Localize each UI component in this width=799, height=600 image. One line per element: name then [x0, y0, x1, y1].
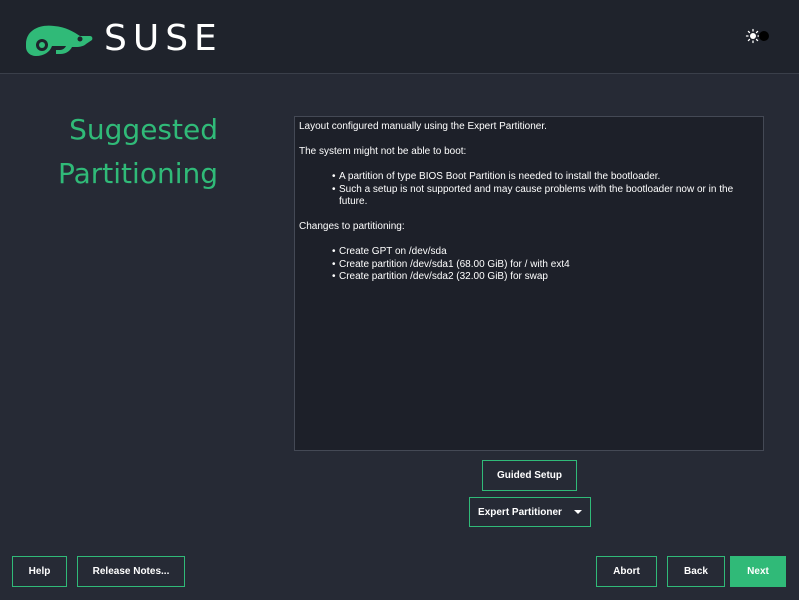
brand-name: SUSE [104, 18, 223, 59]
chameleon-icon [26, 25, 93, 56]
expert-partitioner-label: Expert Partitioner [478, 506, 562, 518]
dropdown-arrow-icon [573, 510, 582, 514]
help-button[interactable]: Help [12, 556, 67, 587]
change-item: Create partition /dev/sda1 (68.00 GiB) f… [332, 259, 759, 272]
back-button[interactable]: Back [667, 556, 725, 587]
page-title: Suggested Partitioning [58, 108, 218, 196]
abort-label: Abort [613, 566, 640, 577]
theme-toggle-button[interactable] [744, 28, 772, 44]
warning-item: Such a setup is not supported and may ca… [332, 184, 759, 209]
change-item: Create partition /dev/sda2 (32.00 GiB) f… [332, 271, 759, 284]
release-notes-button[interactable]: Release Notes... [77, 556, 185, 587]
header-bar: SUSE [0, 0, 799, 74]
expert-partitioner-menu-button[interactable]: Expert Partitioner [469, 497, 591, 527]
changes-list: Create GPT on /dev/sda Create partition … [299, 246, 759, 284]
warning-list: A partition of type BIOS Boot Partition … [299, 171, 759, 209]
partitioning-summary: Layout configured manually using the Exp… [294, 116, 764, 451]
theme-toggle-icon [745, 28, 769, 44]
page-title-line2: Partitioning [58, 157, 218, 190]
suse-logo: SUSE [22, 20, 223, 58]
guided-setup-label: Guided Setup [497, 470, 562, 481]
next-button[interactable]: Next [730, 556, 786, 587]
warning-heading: The system might not be able to boot: [299, 146, 467, 157]
changes-heading: Changes to partitioning: [299, 221, 405, 232]
next-label: Next [747, 566, 769, 577]
release-notes-label: Release Notes... [92, 566, 170, 577]
back-label: Back [684, 566, 708, 577]
help-label: Help [28, 566, 51, 577]
page-title-line1: Suggested [69, 113, 218, 146]
change-item: Create GPT on /dev/sda [332, 246, 759, 259]
warning-item: A partition of type BIOS Boot Partition … [332, 171, 759, 184]
guided-setup-button[interactable]: Guided Setup [482, 460, 577, 491]
summary-intro: Layout configured manually using the Exp… [299, 121, 547, 132]
abort-button[interactable]: Abort [596, 556, 657, 587]
